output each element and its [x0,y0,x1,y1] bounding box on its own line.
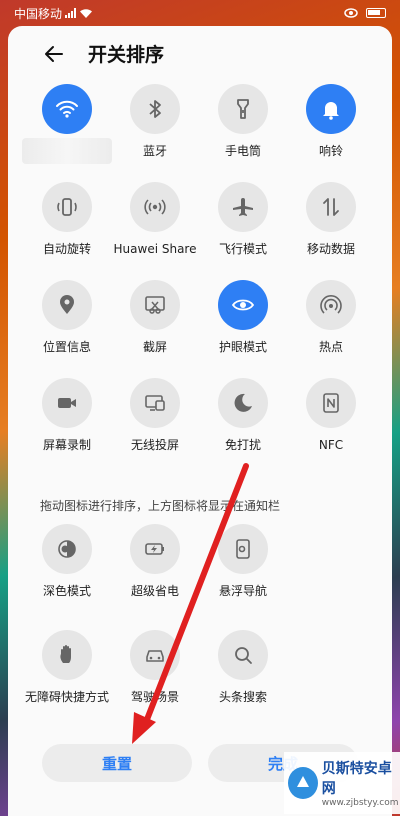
screenshot-icon [130,280,180,330]
wifi-icon [42,84,92,134]
tile-floating-navigation[interactable]: 悬浮导航 [200,524,286,620]
tile-label: 免打扰 [224,438,261,452]
tile-airplane[interactable]: 飞行模式 [200,182,286,278]
drag-sort-hint: 拖动图标进行排序，上方图标将显示在通知栏 [40,499,281,513]
tile-do-not-disturb[interactable]: 免打扰 [200,378,286,474]
dark-mode-icon [42,524,92,574]
tile-driving-mode[interactable]: 驾驶场景 [112,630,198,726]
tile-label: 位置信息 [42,340,91,354]
tile-dark-mode[interactable]: 深色模式 [24,524,110,620]
watermark-text: 贝斯特安卓网 www.zjbstyy.com [322,758,400,808]
tile-huawei-share[interactable]: Huawei Share [112,182,198,278]
tile-mobile-data[interactable]: 移动数据 [288,182,374,278]
mobile-data-icon [306,182,356,232]
tile-label: 自动旋转 [42,242,91,256]
tile-screenshot[interactable]: 截屏 [112,280,198,376]
tile-label: 无线投屏 [130,438,179,452]
tile-label: 悬浮导航 [218,584,267,598]
wifi-name-label [22,138,112,164]
signal-icon [65,8,77,18]
back-arrow-icon[interactable] [42,42,66,66]
wireless-projection-icon [130,378,180,428]
tile-label: 手电筒 [224,144,261,158]
tile-label: Huawei Share [113,242,197,256]
tile-label: 护眼模式 [218,340,267,354]
tile-label: 无障碍快捷方式 [24,690,109,704]
header: 开关排序 [8,26,392,82]
reset-button[interactable]: 重置 [42,744,192,782]
switch-sort-panel: 开关排序 蓝牙 手电筒 响铃 自动旋转 Huawei Share 飞行模式 移动… [8,26,392,816]
carrier-name: 中国移动 [14,6,63,21]
tile-label: 飞行模式 [218,242,267,256]
tile-label: NFC [318,438,344,452]
tile-label: 响铃 [318,144,343,158]
tile-wifi[interactable] [22,84,112,180]
tile-label: 驾驶场景 [130,690,179,704]
tile-label: 移动数据 [306,242,355,256]
bluetooth-icon [130,84,180,134]
flashlight-icon [218,84,268,134]
tile-label: 蓝牙 [142,144,167,158]
bell-icon [306,84,356,134]
page-title: 开关排序 [88,44,165,66]
wifi-status-icon [80,8,93,18]
tile-label: 头条搜索 [218,690,267,704]
tile-auto-rotate[interactable]: 自动旋转 [24,182,110,278]
tile-label: 截屏 [142,340,167,354]
tile-hotspot[interactable]: 热点 [288,280,374,376]
tile-eye-comfort[interactable]: 护眼模式 [200,280,286,376]
accessibility-icon [42,630,92,680]
hotspot-icon [306,280,356,330]
tile-label: 热点 [318,340,343,354]
auto-rotate-icon [42,182,92,232]
eye-comfort-status-icon [344,8,358,18]
airplane-icon [218,182,268,232]
tile-location[interactable]: 位置信息 [24,280,110,376]
watermark: 贝斯特安卓网 www.zjbstyy.com [284,752,400,814]
screen-record-icon [42,378,92,428]
tile-toutiao-search[interactable]: 头条搜索 [200,630,286,726]
watermark-name: 贝斯特安卓网 [321,761,392,797]
tile-wireless-projection[interactable]: 无线投屏 [112,378,198,474]
location-icon [42,280,92,330]
tile-ring[interactable]: 响铃 [288,84,374,180]
tile-accessibility[interactable]: 无障碍快捷方式 [24,630,110,726]
status-right [344,8,386,18]
carrier-group: 中国移动 [14,5,93,22]
super-power-saving-icon [130,524,180,574]
tile-super-power-saving[interactable]: 超级省电 [112,524,198,620]
tile-screen-record[interactable]: 屏幕录制 [24,378,110,474]
search-icon [218,630,268,680]
watermark-logo-icon [288,767,318,799]
eye-comfort-icon [218,280,268,330]
tile-bluetooth[interactable]: 蓝牙 [112,84,198,180]
tile-label: 屏幕录制 [42,438,91,452]
driving-mode-icon [130,630,180,680]
nfc-icon [306,378,356,428]
floating-navigation-icon [218,524,268,574]
battery-icon [366,8,386,18]
huawei-share-icon [130,182,180,232]
tile-flashlight[interactable]: 手电筒 [200,84,286,180]
tile-nfc[interactable]: NFC [288,378,374,474]
watermark-url: www.zjbstyy.com [321,798,399,808]
do-not-disturb-icon [218,378,268,428]
status-bar: 中国移动 [0,0,400,26]
tile-label: 超级省电 [130,584,179,598]
tile-label: 深色模式 [42,584,91,598]
